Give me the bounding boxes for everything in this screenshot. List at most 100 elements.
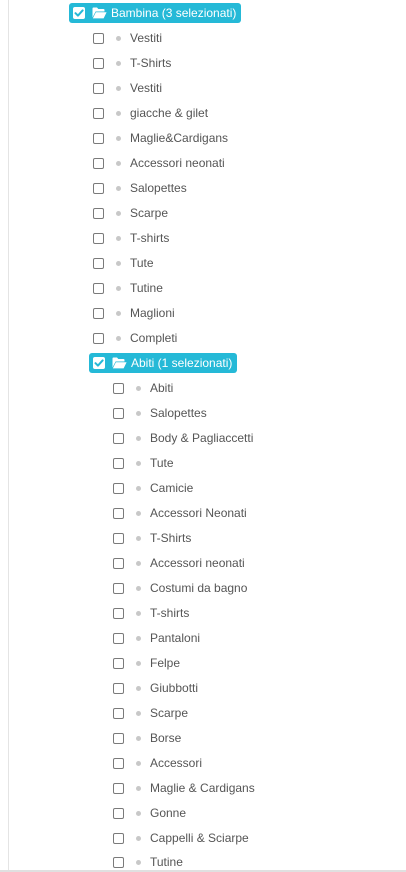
item-checkbox[interactable] [113,657,124,669]
tree-item[interactable]: T-shirts [113,603,189,623]
tree-item-label: Accessori neonati [150,556,245,570]
item-checkbox[interactable] [93,207,104,219]
tree-item-label: Abiti [150,381,174,395]
bullet-icon [136,835,141,841]
tree-item[interactable]: Scarpe [93,203,168,223]
tree-item[interactable]: Felpe [113,653,180,673]
item-checkbox[interactable] [93,182,104,194]
tree-item-label: Salopettes [150,406,207,420]
item-checkbox[interactable] [113,457,124,469]
tree-item[interactable]: T-Shirts [113,528,191,548]
tree-item[interactable]: Pantaloni [113,628,200,648]
bullet-icon [116,335,121,341]
tree-item-label: giacche & gilet [130,106,209,120]
item-checkbox[interactable] [113,557,124,569]
tree-group-label: Bambina (3 selezionati) [111,6,237,20]
group-checkbox-abiti[interactable] [93,357,105,369]
group-checkbox-bambina[interactable] [73,7,85,19]
tree-item[interactable]: giacche & gilet [93,103,208,123]
item-checkbox[interactable] [113,532,124,544]
tree-item[interactable]: Camicie [113,478,193,498]
item-checkbox[interactable] [93,107,104,119]
item-checkbox[interactable] [113,782,124,794]
bullet-icon [136,460,141,466]
bullet-icon [136,685,141,691]
tree-item[interactable]: Maglioni [93,303,175,323]
tree-item[interactable]: Accessori neonati [113,553,245,573]
tree-item-label: Scarpe [130,206,169,220]
bullet-icon [116,135,121,141]
bullet-icon [116,110,121,116]
tree-item-label: Tutine [150,855,183,869]
bullet-icon [136,435,141,441]
check-icon [74,9,84,17]
tree-item-label: Accessori Neonati [150,506,247,520]
item-checkbox[interactable] [113,432,124,444]
bullet-icon [136,710,141,716]
item-checkbox[interactable] [113,707,124,719]
bullet-icon [136,510,141,516]
item-checkbox[interactable] [113,582,124,594]
tree-item[interactable]: Tutine [93,278,163,298]
item-checkbox[interactable] [113,632,124,644]
item-checkbox[interactable] [93,332,104,344]
tree-item-label: Accessori neonati [130,156,225,170]
tree-item-label: T-Shirts [130,56,172,70]
tree-item[interactable]: Maglie & Cardigans [113,778,255,798]
item-checkbox[interactable] [113,732,124,744]
tree-item[interactable]: T-Shirts [93,53,171,73]
item-checkbox[interactable] [93,232,104,244]
tree-item[interactable]: Body & Pagliaccetti [113,428,253,448]
tree-group-abiti[interactable]: Abiti (1 selezionati) [89,353,238,373]
item-checkbox[interactable] [113,856,124,868]
item-checkbox[interactable] [93,282,104,294]
item-checkbox[interactable] [93,57,104,69]
tree-item-label: Camicie [150,481,194,495]
item-checkbox[interactable] [113,482,124,494]
tree-item-label: Costumi da bagno [150,581,248,595]
tree-item[interactable]: Accessori neonati [93,153,225,173]
tree-item[interactable]: Salopettes [113,403,207,423]
bullet-icon [136,660,141,666]
tree-item[interactable]: Tute [113,453,174,473]
tree-item[interactable]: Salopettes [93,178,187,198]
bullet-icon [116,285,121,291]
tree-item[interactable]: Vestiti [93,28,162,48]
bullet-icon [116,310,121,316]
tree-item-label: Maglioni [130,306,175,320]
tree-item[interactable]: Vestiti [93,78,162,98]
tree-group-bambina[interactable]: Bambina (3 selezionati) [69,3,242,23]
tree-item[interactable]: Accessori [113,753,202,773]
tree-item[interactable]: Accessori Neonati [113,503,247,523]
item-checkbox[interactable] [93,132,104,144]
item-checkbox[interactable] [93,82,104,94]
tree-item-label: T-shirts [130,231,170,245]
tree-item[interactable]: Scarpe [113,703,188,723]
bullet-icon [116,185,121,191]
item-checkbox[interactable] [113,507,124,519]
tree-item[interactable]: Giubbotti [113,678,198,698]
item-checkbox[interactable] [93,157,104,169]
tree-item-label: T-shirts [150,606,190,620]
tree-item[interactable]: Maglie&Cardigans [93,128,228,148]
tree-item[interactable]: Tute [93,253,154,273]
tree-item[interactable]: Abiti [113,378,173,398]
tree-item[interactable]: Borse [113,728,181,748]
tree-item[interactable]: Tutine [113,852,183,872]
item-checkbox[interactable] [113,382,124,394]
tree-item[interactable]: Gonne [113,803,186,823]
item-checkbox[interactable] [113,682,124,694]
item-checkbox[interactable] [93,257,104,269]
item-checkbox[interactable] [113,407,124,419]
item-checkbox[interactable] [113,757,124,769]
item-checkbox[interactable] [113,607,124,619]
item-checkbox[interactable] [113,832,124,844]
tree-item[interactable]: Cappelli & Sciarpe [113,828,249,848]
item-checkbox[interactable] [93,307,104,319]
tree-item[interactable]: T-shirts [93,228,169,248]
bullet-icon [116,210,121,216]
tree-item[interactable]: Costumi da bagno [113,578,247,598]
item-checkbox[interactable] [113,807,124,819]
item-checkbox[interactable] [93,32,104,44]
tree-item[interactable]: Completi [93,328,177,348]
